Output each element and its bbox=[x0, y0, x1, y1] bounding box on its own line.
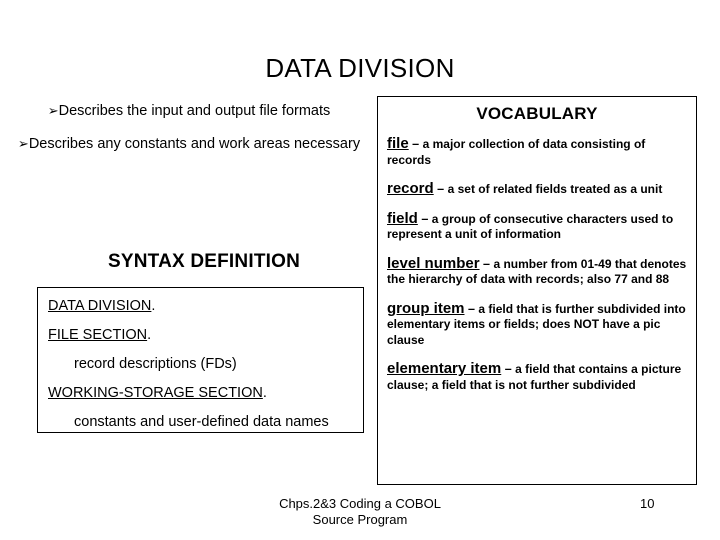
vocabulary-term: level number bbox=[387, 254, 480, 272]
vocabulary-entry: field – a group of consecutive character… bbox=[387, 209, 687, 243]
page-number: 10 bbox=[640, 496, 655, 511]
bullet-list: ➢Describes the input and output file for… bbox=[14, 101, 364, 167]
syntax-text: . bbox=[147, 327, 152, 343]
syntax-line: FILE SECTION. bbox=[48, 326, 353, 344]
footer-line-2: Source Program bbox=[312, 512, 408, 527]
vocabulary-entry: level number – a number from 01-49 that … bbox=[387, 254, 687, 288]
vocabulary-definition: a major collection of data consisting of… bbox=[387, 137, 646, 167]
footer-line-1: Chps.2&3 Coding a COBOL bbox=[279, 496, 441, 511]
syntax-text: record descriptions (FDs) bbox=[74, 356, 237, 372]
vocabulary-entry: elementary item – a field that contains … bbox=[387, 361, 687, 393]
vocabulary-entry: group item – a field that is further sub… bbox=[387, 299, 687, 349]
vocabulary-term: record bbox=[387, 180, 434, 197]
syntax-keyword: DATA DIVISION bbox=[48, 298, 152, 314]
footer-note: Chps.2&3 Coding a COBOL Source Program bbox=[180, 496, 540, 528]
vocabulary-box: VOCABULARY file – a major collection of … bbox=[377, 96, 697, 485]
vocabulary-dash: – bbox=[464, 301, 479, 316]
vocabulary-dash: – bbox=[417, 211, 432, 226]
bullet-item: ➢Describes any constants and work areas … bbox=[14, 134, 364, 155]
syntax-definition-heading: SYNTAX DEFINITION bbox=[108, 251, 300, 272]
vocabulary-entry: file – a major collection of data consis… bbox=[387, 136, 687, 168]
vocabulary-dash: – bbox=[479, 256, 494, 271]
vocabulary-term: group item bbox=[387, 299, 465, 317]
vocabulary-term: elementary item bbox=[387, 360, 502, 377]
syntax-line: constants and user-defined data names bbox=[48, 413, 353, 431]
arrow-bullet-icon: ➢ bbox=[17, 137, 29, 152]
syntax-keyword: FILE SECTION bbox=[48, 327, 148, 343]
syntax-line: WORKING-STORAGE SECTION. bbox=[48, 384, 353, 402]
bullet-item-label: Describes the input and output file form… bbox=[58, 103, 331, 119]
bullet-item-label: Describes any constants and work areas n… bbox=[28, 136, 361, 152]
vocabulary-entry-list: file – a major collection of data consis… bbox=[387, 136, 687, 393]
arrow-bullet-icon: ➢ bbox=[47, 104, 59, 119]
vocabulary-dash: – bbox=[408, 137, 423, 151]
syntax-text: . bbox=[151, 298, 156, 314]
vocabulary-heading: VOCABULARY bbox=[476, 104, 598, 123]
syntax-line: record descriptions (FDs) bbox=[48, 355, 353, 373]
page-title: DATA DIVISION bbox=[265, 53, 455, 83]
vocabulary-definition: a set of related fields treated as a uni… bbox=[447, 182, 663, 196]
syntax-definition-box: DATA DIVISION. FILE SECTION. record descri… bbox=[37, 287, 364, 433]
syntax-line: DATA DIVISION. bbox=[48, 297, 353, 315]
vocabulary-dash: – bbox=[501, 362, 516, 376]
vocabulary-term: file bbox=[387, 135, 409, 152]
bullet-item: ➢Describes the input and output file for… bbox=[14, 101, 364, 122]
vocabulary-dash: – bbox=[433, 182, 448, 196]
vocabulary-entry: record – a set of related fields treated… bbox=[387, 181, 687, 198]
syntax-text: constants and user-defined data names bbox=[74, 414, 329, 430]
syntax-text: . bbox=[262, 385, 267, 401]
syntax-keyword: WORKING-STORAGE SECTION bbox=[48, 385, 263, 401]
vocabulary-term: field bbox=[387, 209, 418, 227]
